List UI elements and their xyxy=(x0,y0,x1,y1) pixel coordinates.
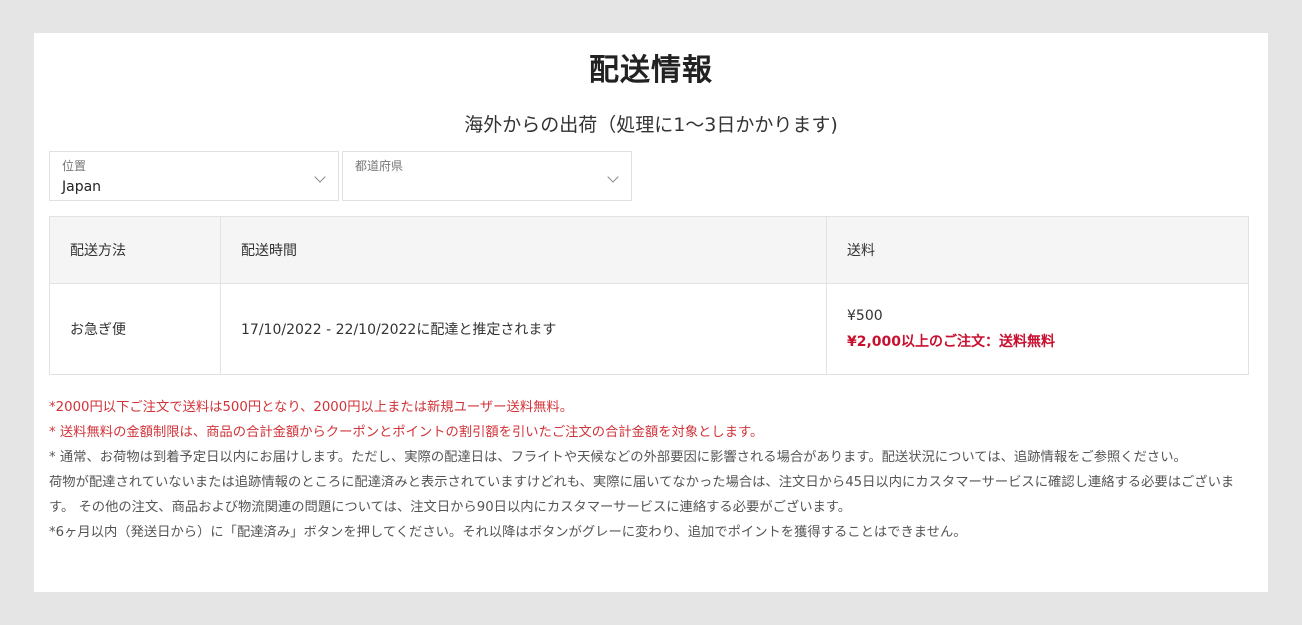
note-item: *6ヶ月以内（発送日から）に「配達済み」ボタンを押してください。それ以降はボタン… xyxy=(49,525,967,540)
header-fee: 送料 xyxy=(826,216,1249,284)
page-subtitle: 海外からの出荷（処理に1～3日かかります) xyxy=(464,114,838,136)
cell-time: 17/10/2022 - 22/10/2022に配達と推定されます xyxy=(220,283,827,375)
table-header-row: 配送方法 配送時間 送料 xyxy=(49,216,1249,284)
page-title: 配送情報 xyxy=(589,53,713,88)
shipping-info-panel: 配送情報 海外からの出荷（処理に1～3日かかります) 位置 Japan 都道府県… xyxy=(34,33,1268,592)
shipping-fee: ¥500 xyxy=(847,307,883,324)
header-method: 配送方法 xyxy=(49,216,221,284)
chevron-down-icon xyxy=(607,171,619,183)
note-item: 荷物が配達されていないまたは追跡情報のところに配達済みと表示されていますけどれも… xyxy=(49,475,1235,515)
note-item: * 通常、お荷物は到着予定日以内にお届けします。ただし、実際の配達日は、フライト… xyxy=(49,450,1187,465)
shipping-table: 配送方法 配送時間 送料 お急ぎ便 17/10/2022 - 22/10/202… xyxy=(49,216,1249,375)
table-row: お急ぎ便 17/10/2022 - 22/10/2022に配達と推定されます ¥… xyxy=(49,283,1249,375)
cell-fee: ¥500 ¥2,000以上のご注文：送料無料 xyxy=(826,283,1249,375)
location-select[interactable]: 位置 Japan xyxy=(49,151,339,201)
shipping-notes: *2000円以下ご注文で送料は500円となり、2000円以上または新規ユーザー送… xyxy=(49,395,1244,545)
note-item: * 送料無料の金額制限は、商品の合計金額からクーポンとポイントの割引額を引いたご… xyxy=(49,425,764,440)
cell-method: お急ぎ便 xyxy=(49,283,221,375)
chevron-down-icon xyxy=(314,171,326,183)
note-item: *2000円以下ご注文で送料は500円となり、2000円以上または新規ユーザー送… xyxy=(49,400,574,415)
location-select-value: Japan xyxy=(62,179,102,195)
header-time: 配送時間 xyxy=(220,216,827,284)
prefecture-select-label: 都道府県 xyxy=(355,159,404,173)
prefecture-select[interactable]: 都道府県 xyxy=(342,151,632,201)
free-shipping-note: ¥2,000以上のご注文：送料無料 xyxy=(847,333,1056,350)
location-select-label: 位置 xyxy=(62,159,87,173)
